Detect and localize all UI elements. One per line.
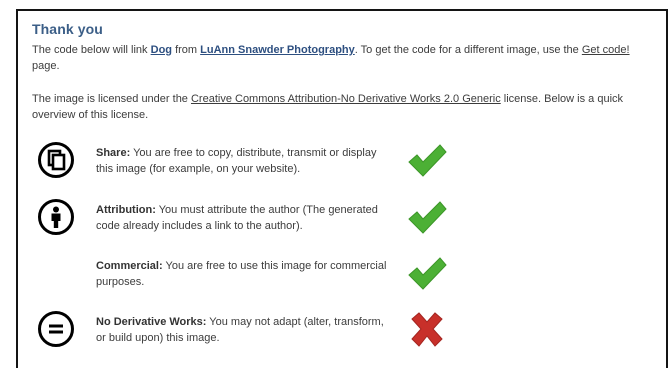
get-code-link[interactable]: Get code! (582, 44, 630, 56)
content: Thank you The code below will link Dog f… (32, 21, 656, 123)
check-icon (408, 257, 447, 290)
check-icon (408, 144, 447, 177)
term-text: No Derivative Works: You may not adapt (… (96, 316, 384, 344)
intro-paragraph: The code below will link Dog from LuAnn … (32, 44, 630, 72)
term-share: Share: You are free to copy, distribute,… (38, 142, 458, 186)
share-icon (38, 142, 74, 178)
term-text: Commercial: You are free to use this ima… (96, 260, 387, 288)
author-link[interactable]: LuAnn Snawder Photography (200, 44, 355, 56)
attribution-icon (38, 199, 74, 235)
term-text: Share: You are free to copy, distribute,… (96, 147, 377, 175)
image-link[interactable]: Dog (151, 44, 172, 56)
license-panel: Thank you The code below will link Dog f… (16, 9, 668, 368)
cross-icon (411, 312, 443, 347)
license-paragraph: The image is licensed under the Creative… (32, 93, 624, 121)
no-derivatives-icon (38, 311, 74, 347)
page-title: Thank you (32, 21, 103, 37)
check-icon (408, 201, 447, 234)
term-attribution: Attribution: You must attribute the auth… (38, 199, 458, 243)
term-text: Attribution: You must attribute the auth… (96, 204, 378, 232)
term-commercial: Commercial: You are free to use this ima… (38, 255, 458, 299)
license-link[interactable]: Creative Commons Attribution-No Derivati… (191, 93, 501, 105)
term-no-derivatives: No Derivative Works: You may not adapt (… (38, 311, 458, 355)
